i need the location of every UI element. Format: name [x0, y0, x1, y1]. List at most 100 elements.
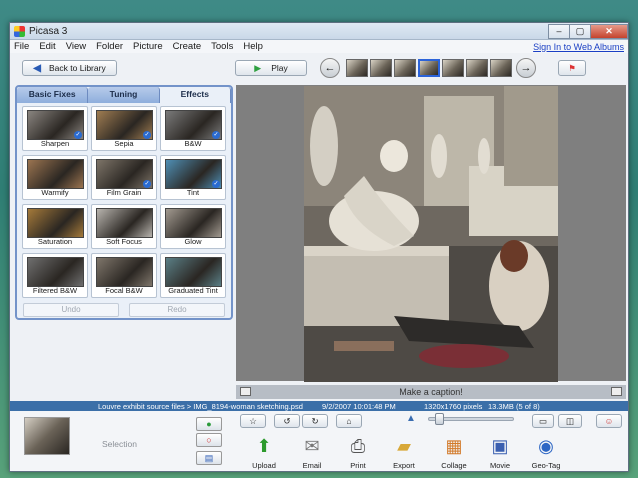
- redo-button[interactable]: Redo: [129, 303, 225, 317]
- photo-tray: Selection ● ○ ▤ ☆ ↺ ↻ ⌂ ▲ ▭ ◫ ☺ ⬆ Upload…: [10, 411, 628, 471]
- star-button[interactable]: ☆: [240, 414, 266, 428]
- menu-folder[interactable]: Folder: [96, 41, 123, 52]
- menu-help[interactable]: Help: [243, 41, 263, 52]
- play-button[interactable]: ▶ Play: [235, 60, 307, 76]
- effect-tile[interactable]: Warmify: [22, 155, 88, 200]
- caption-input[interactable]: Make a caption!: [399, 387, 463, 397]
- window-title: Picasa 3: [29, 25, 68, 37]
- effect-label: Film Grain: [106, 188, 142, 197]
- next-photo-button[interactable]: →: [516, 58, 536, 78]
- status-dimensions: 1320x1760 pixels: [424, 401, 483, 411]
- zoom-slider[interactable]: [428, 413, 514, 425]
- sign-in-link[interactable]: Sign In to Web Albums: [533, 42, 624, 52]
- filmstrip-thumb[interactable]: [394, 59, 416, 77]
- status-position: (5 of 8): [516, 401, 540, 411]
- tab-tuning[interactable]: Tuning: [88, 87, 160, 103]
- album-icon: ▤: [204, 453, 214, 463]
- picasa-window: Picasa 3 – ▢ ✕ File Edit View Folder Pic…: [9, 22, 629, 472]
- effect-badge-icon: ✓: [212, 131, 220, 139]
- effect-preview: [165, 208, 222, 238]
- main-photo[interactable]: [304, 86, 558, 382]
- effect-label: Saturation: [37, 237, 73, 246]
- view-single-button[interactable]: ▭: [532, 414, 554, 428]
- effect-tile[interactable]: Glow: [160, 204, 226, 249]
- menu-edit[interactable]: Edit: [39, 41, 55, 52]
- collage-label: Collage: [441, 461, 467, 470]
- globe-icon: ◉: [538, 435, 554, 456]
- undo-button[interactable]: Undo: [23, 303, 119, 317]
- tag-button[interactable]: ⌂: [336, 414, 362, 428]
- people-button[interactable]: ☺: [596, 414, 622, 428]
- effect-tile[interactable]: ✓ Sepia: [91, 106, 157, 151]
- rotate-right-button[interactable]: ↻: [302, 414, 328, 428]
- effect-tile[interactable]: ✓ Tint: [160, 155, 226, 200]
- play-icon: ▶: [254, 62, 262, 73]
- effect-label: Filtered B&W: [32, 286, 78, 295]
- add-to-album-button[interactable]: ▤: [196, 451, 222, 465]
- tray-selected-thumb[interactable]: [24, 417, 70, 455]
- filmstrip-thumb-selected[interactable]: [418, 59, 440, 77]
- movie-button[interactable]: ▣ Movie: [480, 433, 520, 471]
- rotate-left-button[interactable]: ↺: [274, 414, 300, 428]
- menu-picture[interactable]: Picture: [133, 41, 163, 52]
- effect-tile[interactable]: ✓ B&W: [160, 106, 226, 151]
- filmstrip-thumb[interactable]: [490, 59, 512, 77]
- effect-tile[interactable]: ✓ Sharpen: [22, 106, 88, 151]
- effect-tile[interactable]: Soft Focus: [91, 204, 157, 249]
- menu-view[interactable]: View: [66, 41, 86, 52]
- effect-label: Warmify: [41, 188, 69, 197]
- effect-preview: [27, 257, 84, 287]
- clear-selection-button[interactable]: ○: [196, 433, 222, 447]
- filmstrip-thumb[interactable]: [442, 59, 464, 77]
- clear-icon: ○: [206, 435, 212, 445]
- effect-label: Glow: [184, 237, 202, 246]
- movie-icon: ▣: [491, 435, 509, 456]
- zoom-slider-knob[interactable]: [435, 413, 444, 425]
- geo-tag-button[interactable]: ◉ Geo-Tag: [526, 433, 566, 471]
- effect-tile[interactable]: Filtered B&W: [22, 253, 88, 298]
- export-button[interactable]: ▰ Export: [384, 433, 424, 471]
- menu-file[interactable]: File: [14, 41, 29, 52]
- effect-tile[interactable]: ✓ Film Grain: [91, 155, 157, 200]
- effect-badge-icon: ✓: [143, 180, 151, 188]
- menu-create[interactable]: Create: [173, 41, 202, 52]
- rotate-right-icon: ↻: [311, 415, 319, 426]
- upload-button[interactable]: ⬆ Upload: [244, 433, 284, 471]
- collage-button[interactable]: ▦ Collage: [434, 433, 474, 471]
- effect-tile[interactable]: Focal B&W: [91, 253, 157, 298]
- print-button[interactable]: ⎙ Print: [338, 433, 378, 471]
- previous-photo-button[interactable]: ←: [320, 58, 340, 78]
- menu-tools[interactable]: Tools: [211, 41, 233, 52]
- people-icon: ☺: [604, 416, 614, 426]
- hold-selection-button[interactable]: ●: [196, 417, 222, 431]
- caption-right-icon[interactable]: [611, 387, 622, 396]
- close-button[interactable]: ✕: [590, 23, 628, 39]
- filmstrip-thumb[interactable]: [346, 59, 368, 77]
- email-button[interactable]: ✉ Email: [292, 433, 332, 471]
- arrow-left-icon: ←: [324, 62, 336, 74]
- filmstrip-thumb[interactable]: [370, 59, 392, 77]
- back-to-library-button[interactable]: ◀ Back to Library: [22, 60, 117, 76]
- tag-icon: ⌂: [346, 416, 352, 426]
- photo-image: [304, 86, 558, 382]
- caption-left-icon[interactable]: [240, 387, 251, 396]
- minimize-button[interactable]: –: [548, 23, 570, 39]
- pin-icon: ⚑: [568, 62, 576, 73]
- status-size: 13.3MB: [488, 401, 514, 411]
- effect-tile[interactable]: Graduated Tint: [160, 253, 226, 298]
- view-compare-button[interactable]: ◫: [558, 414, 582, 428]
- upload-icon: ⬆: [256, 435, 272, 456]
- effect-label: Tint: [186, 188, 200, 197]
- effect-label: Graduated Tint: [168, 286, 218, 295]
- geotag-toolbar-button[interactable]: ⚑: [558, 60, 586, 76]
- filmstrip-thumb[interactable]: [466, 59, 488, 77]
- maximize-button[interactable]: ▢: [569, 23, 591, 39]
- upload-label: Upload: [252, 461, 276, 470]
- effect-tile[interactable]: Saturation: [22, 204, 88, 249]
- selection-label: Selection: [102, 439, 137, 449]
- effect-preview: [27, 208, 84, 238]
- caption-bar[interactable]: Make a caption!: [236, 385, 626, 399]
- tab-basic-fixes[interactable]: Basic Fixes: [17, 87, 89, 103]
- tab-effects[interactable]: Effects: [159, 87, 231, 103]
- menu-bar: File Edit View Folder Picture Create Too…: [10, 40, 628, 53]
